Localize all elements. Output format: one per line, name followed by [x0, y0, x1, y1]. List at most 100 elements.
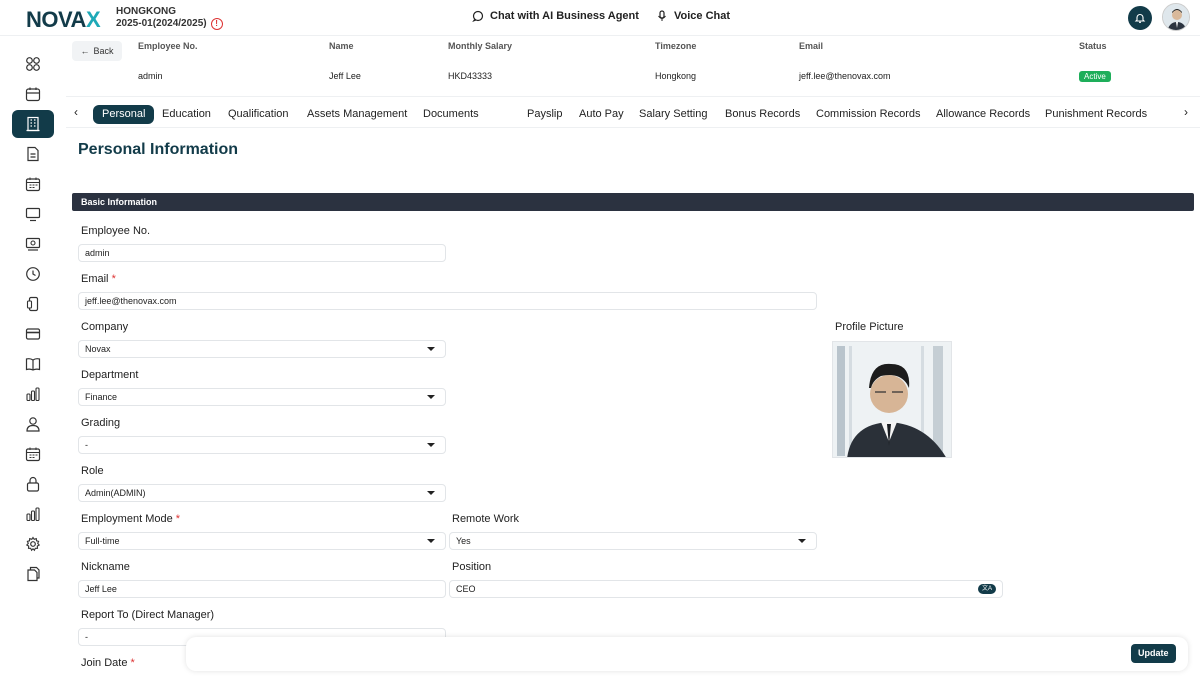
status-badge: Active: [1079, 71, 1111, 82]
update-button[interactable]: Update: [1131, 644, 1176, 663]
notification-button[interactable]: [1128, 6, 1152, 30]
translate-icon[interactable]: 文A: [978, 584, 996, 594]
chevron-right-icon[interactable]: ›: [1184, 105, 1188, 119]
tab-assets-management[interactable]: Assets Management: [307, 105, 407, 124]
profile-picture[interactable]: [832, 341, 952, 458]
employee-no-label: Employee No.: [81, 225, 151, 237]
tab-qualification[interactable]: Qualification: [228, 105, 289, 124]
user-avatar[interactable]: [1162, 3, 1190, 31]
caret-down-icon: [427, 395, 435, 399]
tab-allowance-records[interactable]: Allowance Records: [936, 105, 1030, 124]
sidebar-item-handbook[interactable]: [12, 350, 54, 378]
tab-personal[interactable]: Personal: [93, 105, 155, 124]
user-icon: [26, 417, 40, 432]
caret-down-icon: [427, 443, 435, 447]
remote-work-select[interactable]: Yes: [449, 532, 817, 550]
region-label: HONGKONG: [116, 6, 176, 17]
email-field[interactable]: jeff.lee@thenovax.com: [78, 292, 817, 310]
sidebar-item-settings[interactable]: [12, 530, 54, 558]
employment-mode-select[interactable]: Full-time: [78, 532, 446, 550]
employee-no-field[interactable]: admin: [78, 244, 446, 262]
nickname-field[interactable]: Jeff Lee: [78, 580, 446, 598]
role-label: Role: [81, 465, 104, 477]
sidebar-item-documents[interactable]: [12, 140, 54, 168]
grading-select[interactable]: -: [78, 436, 446, 454]
position-field[interactable]: CEO 文A: [449, 580, 1003, 598]
settings-icon: [25, 536, 41, 552]
copy-icon: [27, 566, 40, 582]
tab-documents[interactable]: Documents: [423, 105, 479, 124]
voice-chat-button[interactable]: Voice Chat: [656, 10, 730, 22]
value-name: Jeff Lee: [329, 71, 361, 81]
sidebar-item-monitor[interactable]: [12, 200, 54, 228]
sidebar-item-payroll[interactable]: [12, 230, 54, 258]
period-label: 2025-01(2024/2025): [116, 18, 207, 29]
back-button[interactable]: ← Back: [72, 41, 122, 61]
page-title: Personal Information: [78, 141, 239, 158]
region-selector[interactable]: HONGKONG 2025-01(2024/2025)!: [116, 6, 223, 30]
tab-punishment-records[interactable]: Punishment Records: [1045, 105, 1147, 124]
tab-education[interactable]: Education: [162, 105, 211, 124]
sidebar-item-attendance[interactable]: [12, 260, 54, 288]
remote-work-label: Remote Work: [452, 513, 520, 525]
sidebar-item-analytics[interactable]: [12, 500, 54, 528]
chart-icon: [26, 387, 40, 402]
chat-ai-agent-button[interactable]: Chat with AI Business Agent: [472, 10, 639, 22]
sidebar-item-schedule[interactable]: [12, 170, 54, 198]
value-employee-no: admin: [138, 71, 163, 81]
lock-icon: [26, 476, 40, 492]
chevron-left-icon[interactable]: ‹: [74, 105, 78, 119]
avatar-photo: [1163, 4, 1189, 30]
caret-down-icon: [798, 539, 806, 543]
tab-payslip[interactable]: Payslip: [527, 105, 562, 124]
tab-commission-records[interactable]: Commission Records: [816, 105, 921, 124]
employment-mode-label: Employment Mode *: [81, 513, 181, 525]
company-select[interactable]: Novax: [78, 340, 446, 358]
device-icon: [26, 296, 39, 312]
value-email: jeff.lee@thenovax.com: [799, 71, 891, 81]
sidebar-item-files[interactable]: [12, 560, 54, 588]
document-icon: [27, 146, 39, 162]
report-to-label: Report To (Direct Manager): [81, 609, 215, 621]
chat-bubble-icon: [472, 10, 484, 22]
header-status: Status: [1079, 41, 1107, 51]
caret-down-icon: [427, 491, 435, 495]
role-select[interactable]: Admin(ADMIN): [78, 484, 446, 502]
novax-logo[interactable]: NOVAX: [26, 7, 101, 33]
header-monthly-salary: Monthly Salary: [448, 41, 513, 51]
sidebar-item-users[interactable]: [12, 410, 54, 438]
company-label: Company: [81, 321, 129, 333]
sidebar-item-dashboard[interactable]: [12, 50, 54, 78]
sidebar-item-security[interactable]: [12, 470, 54, 498]
building-icon: [26, 116, 40, 132]
sidebar: [0, 37, 66, 676]
sidebar-item-leave[interactable]: [12, 440, 54, 468]
tab-salary-setting[interactable]: Salary Setting: [639, 105, 707, 124]
value-monthly-salary: HKD43333: [448, 71, 493, 81]
sidebar-item-devices[interactable]: [12, 290, 54, 318]
payroll-icon: [25, 237, 41, 251]
monitor-icon: [25, 207, 41, 222]
info-icon[interactable]: !: [210, 18, 223, 30]
caret-down-icon: [427, 539, 435, 543]
schedule-icon: [25, 177, 41, 192]
calendar-grid-icon: [25, 447, 41, 462]
header-employee-no: Employee No.: [138, 41, 198, 51]
sidebar-item-payments[interactable]: [12, 320, 54, 348]
book-icon: [25, 358, 41, 371]
bell-icon: [1134, 14, 1146, 23]
nickname-label: Nickname: [81, 561, 130, 573]
value-timezone: Hongkong: [655, 71, 697, 81]
join-date-label: Join Date *: [81, 657, 135, 669]
position-label: Position: [452, 561, 492, 573]
tab-bonus-records[interactable]: Bonus Records: [725, 105, 800, 124]
department-select[interactable]: Finance: [78, 388, 446, 406]
sidebar-item-reports[interactable]: [12, 380, 54, 408]
card-icon: [25, 328, 41, 340]
section-basic-information: Basic Information: [72, 193, 1194, 211]
header-timezone: Timezone: [655, 41, 697, 51]
sidebar-item-organization[interactable]: [12, 110, 54, 138]
sidebar-item-calendar[interactable]: [12, 80, 54, 108]
tab-auto-pay[interactable]: Auto Pay: [579, 105, 624, 124]
dashboard-icon: [26, 57, 40, 71]
